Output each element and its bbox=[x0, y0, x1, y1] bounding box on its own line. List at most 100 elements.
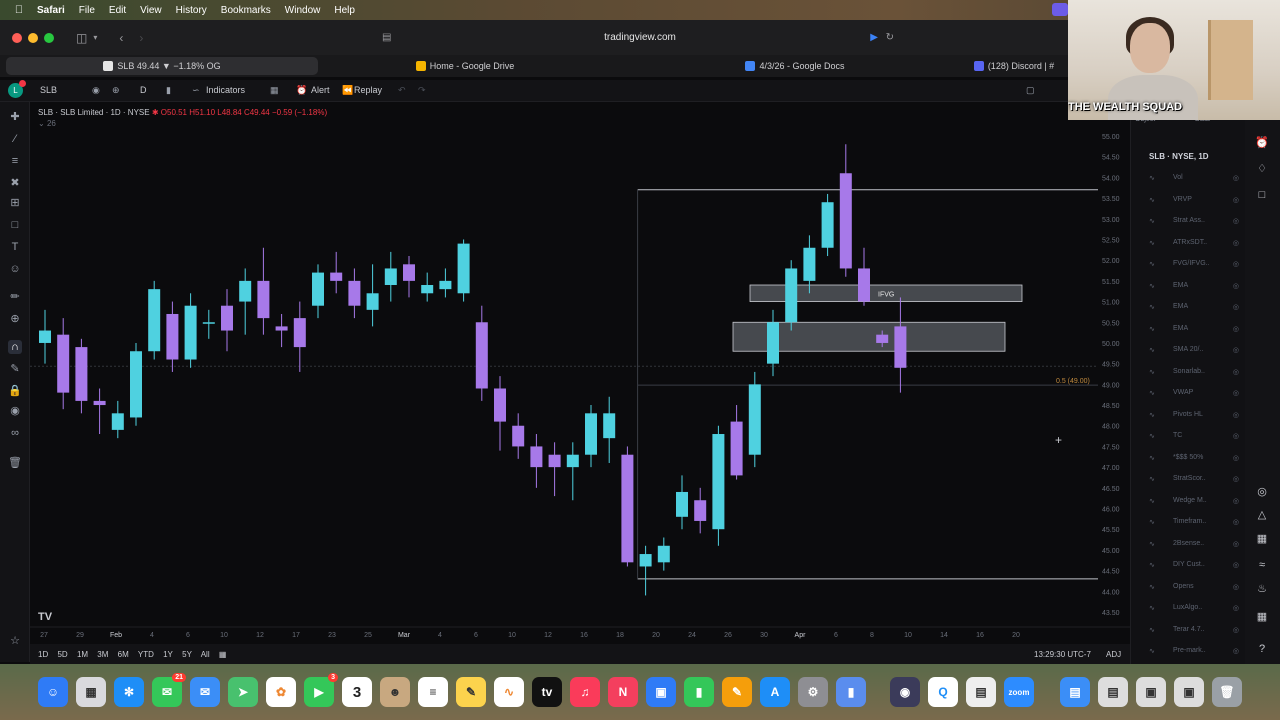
textedit-icon[interactable]: ▤ bbox=[966, 677, 996, 707]
eye-hidden-icon[interactable]: ◎ bbox=[1233, 325, 1239, 333]
news-app-icon[interactable]: N bbox=[608, 677, 638, 707]
fib-icon[interactable]: ≡ bbox=[8, 154, 22, 168]
fullscreen-icon[interactable]: ▢ bbox=[1026, 85, 1035, 96]
facetime-icon[interactable]: ▶ 3 bbox=[304, 673, 338, 707]
price-chart[interactable]: 0.5 (49.00)49.44 IFVG 55.00 54.50 54.00 53.… bbox=[30, 102, 1130, 644]
add-symbol-icon[interactable]: ⊕ bbox=[112, 85, 120, 96]
undo-icon[interactable]: ↶ bbox=[398, 85, 406, 96]
forecast-icon[interactable]: ⊞ bbox=[8, 196, 22, 210]
crosshair-icon[interactable]: ✚ bbox=[8, 110, 22, 124]
finder-icon[interactable]: ☺ bbox=[38, 677, 68, 707]
adj-toggle[interactable]: ADJ bbox=[1106, 650, 1121, 659]
sidebar-toggle-icon[interactable]: ◫ bbox=[76, 31, 87, 45]
window-stack-icon[interactable]: ▣ bbox=[1174, 677, 1204, 707]
keynote-icon[interactable]: ▣ bbox=[646, 677, 676, 707]
eye-hidden-icon[interactable]: ◎ bbox=[1233, 518, 1239, 526]
compare-icon[interactable]: ◉ bbox=[92, 85, 100, 96]
range-5d[interactable]: 5D bbox=[57, 650, 67, 659]
pattern-icon[interactable]: ✖ bbox=[8, 176, 22, 190]
messages-icon[interactable]: ✉ 21 bbox=[152, 673, 186, 707]
indicators-button[interactable]: Indicators bbox=[206, 85, 245, 95]
screen-recorder-icon[interactable]: ◉ bbox=[890, 677, 920, 707]
link-icon[interactable]: ∞ bbox=[8, 426, 22, 440]
tab-google-drive[interactable]: Home - Google Drive bbox=[330, 57, 600, 75]
notifications-icon[interactable]: ♨ bbox=[1255, 582, 1269, 596]
forward-icon[interactable]: › bbox=[139, 31, 143, 45]
indicators-icon[interactable]: ∽ bbox=[192, 85, 200, 96]
address-bar[interactable]: ▤ tradingview.com ▶ ↻ bbox=[380, 26, 900, 48]
menu-item-help[interactable]: Help bbox=[327, 5, 362, 16]
tab-discord[interactable]: (128) Discord | # bbox=[960, 57, 1068, 75]
apps-grid-icon[interactable]: ▦ bbox=[1255, 610, 1269, 624]
eye-hidden-icon[interactable]: ◎ bbox=[1233, 540, 1239, 548]
eye-hidden-icon[interactable]: ◎ bbox=[1233, 217, 1239, 225]
freeform-icon[interactable]: ∿ bbox=[494, 677, 524, 707]
numbers-icon[interactable]: ▮ bbox=[684, 677, 714, 707]
menu-item-history[interactable]: History bbox=[169, 5, 214, 16]
range-all[interactable]: All bbox=[201, 650, 210, 659]
zoom-icon[interactable]: ⊕ bbox=[8, 312, 22, 326]
trash-icon[interactable]: 🗑 bbox=[8, 456, 22, 470]
eye-hidden-icon[interactable]: ◎ bbox=[1233, 454, 1239, 462]
shape-icon[interactable]: □ bbox=[8, 218, 22, 232]
lock-icon[interactable]: 🔒 bbox=[8, 384, 22, 398]
object-tree-icon[interactable]: ♢ bbox=[1255, 162, 1269, 176]
range-5y[interactable]: 5Y bbox=[182, 650, 192, 659]
window-minimize-button[interactable] bbox=[28, 32, 38, 43]
price-axis[interactable]: 55.00 54.50 54.00 53.50 53.00 52.50 52.00 51.50… bbox=[1098, 102, 1130, 644]
range-1d[interactable]: 1D bbox=[38, 650, 48, 659]
trash-bin-icon[interactable]: 🗑 bbox=[1212, 677, 1242, 707]
eye-hidden-icon[interactable]: ◎ bbox=[1233, 174, 1239, 182]
apple-tv-icon[interactable]: tv bbox=[532, 677, 562, 707]
eye-hidden-icon[interactable]: ◎ bbox=[1233, 368, 1239, 376]
eye-hidden-icon[interactable]: ◎ bbox=[1233, 561, 1239, 569]
news-icon[interactable]: ≈ bbox=[1255, 558, 1269, 572]
favorites-star-icon[interactable]: ☆ bbox=[8, 634, 22, 648]
system-settings-icon[interactable]: ⚙ bbox=[798, 677, 828, 707]
calendar-icon[interactable]: ▦ bbox=[1255, 532, 1269, 546]
range-1y[interactable]: 1Y bbox=[163, 650, 173, 659]
replay-button[interactable]: Replay bbox=[354, 85, 382, 95]
range-6m[interactable]: 6M bbox=[118, 650, 129, 659]
menu-item-edit[interactable]: Edit bbox=[102, 5, 133, 16]
eye-hidden-icon[interactable]: ◎ bbox=[1233, 497, 1239, 505]
replay-icon[interactable]: ⏪ bbox=[342, 85, 353, 96]
range-1m[interactable]: 1M bbox=[77, 650, 88, 659]
screenshot-stack-icon[interactable]: ▣ bbox=[1136, 677, 1166, 707]
eye-hidden-icon[interactable]: ◎ bbox=[1233, 260, 1239, 268]
quick-time-icon[interactable]: Q bbox=[928, 677, 958, 707]
page-menu-icon[interactable]: ▤ bbox=[382, 32, 391, 43]
user-avatar[interactable]: L bbox=[8, 80, 26, 98]
magnet-icon[interactable]: ∩ bbox=[8, 340, 22, 354]
photos-icon[interactable]: ✿ bbox=[266, 677, 296, 707]
eye-hidden-icon[interactable]: ◎ bbox=[1233, 647, 1239, 655]
mail-icon[interactable]: ✉ bbox=[190, 677, 220, 707]
window-zoom-button[interactable] bbox=[44, 32, 54, 43]
eye-hidden-icon[interactable]: ◎ bbox=[1233, 303, 1239, 311]
range-ytd[interactable]: YTD bbox=[138, 650, 154, 659]
window-close-button[interactable] bbox=[12, 32, 22, 43]
zoom-app-icon[interactable]: zoom bbox=[1004, 677, 1034, 707]
eye-icon[interactable]: ◉ bbox=[8, 404, 22, 418]
speaker-icon[interactable]: ▶ bbox=[870, 32, 878, 43]
eye-hidden-icon[interactable]: ◎ bbox=[1233, 282, 1239, 290]
chevron-down-icon[interactable]: ▾ bbox=[93, 33, 97, 42]
alert-button[interactable]: Alert bbox=[311, 85, 330, 95]
menu-item-file[interactable]: File bbox=[72, 5, 102, 16]
eye-hidden-icon[interactable]: ◎ bbox=[1233, 475, 1239, 483]
time-axis[interactable]: 27 29 Feb 4 6 10 12 17 23 25 Mar 4 6 10 12 16 18 20 24 26 30… bbox=[30, 626, 1130, 639]
ideas-icon[interactable]: △ bbox=[1255, 508, 1269, 522]
help-icon[interactable]: ? bbox=[1255, 642, 1269, 656]
target-icon[interactable]: ◎ bbox=[1255, 485, 1269, 499]
layouts-icon[interactable]: ▦ bbox=[270, 85, 279, 96]
legend-symbol[interactable]: SLB · SLB Limited · 1D · NYSE bbox=[38, 108, 150, 117]
reload-icon[interactable]: ↻ bbox=[886, 32, 894, 43]
eye-hidden-icon[interactable]: ◎ bbox=[1233, 196, 1239, 204]
launchpad-icon[interactable]: ▦ bbox=[76, 677, 106, 707]
eye-hidden-icon[interactable]: ◎ bbox=[1233, 346, 1239, 354]
menu-item-window[interactable]: Window bbox=[278, 5, 328, 16]
iphone-mirroring-icon[interactable]: ▮ bbox=[836, 677, 866, 707]
tab-tradingview[interactable]: SLB 49.44 ▼ −1.18% OG bbox=[6, 57, 318, 75]
range-3m[interactable]: 3M bbox=[97, 650, 108, 659]
menu-app-name[interactable]: Safari bbox=[30, 5, 72, 16]
